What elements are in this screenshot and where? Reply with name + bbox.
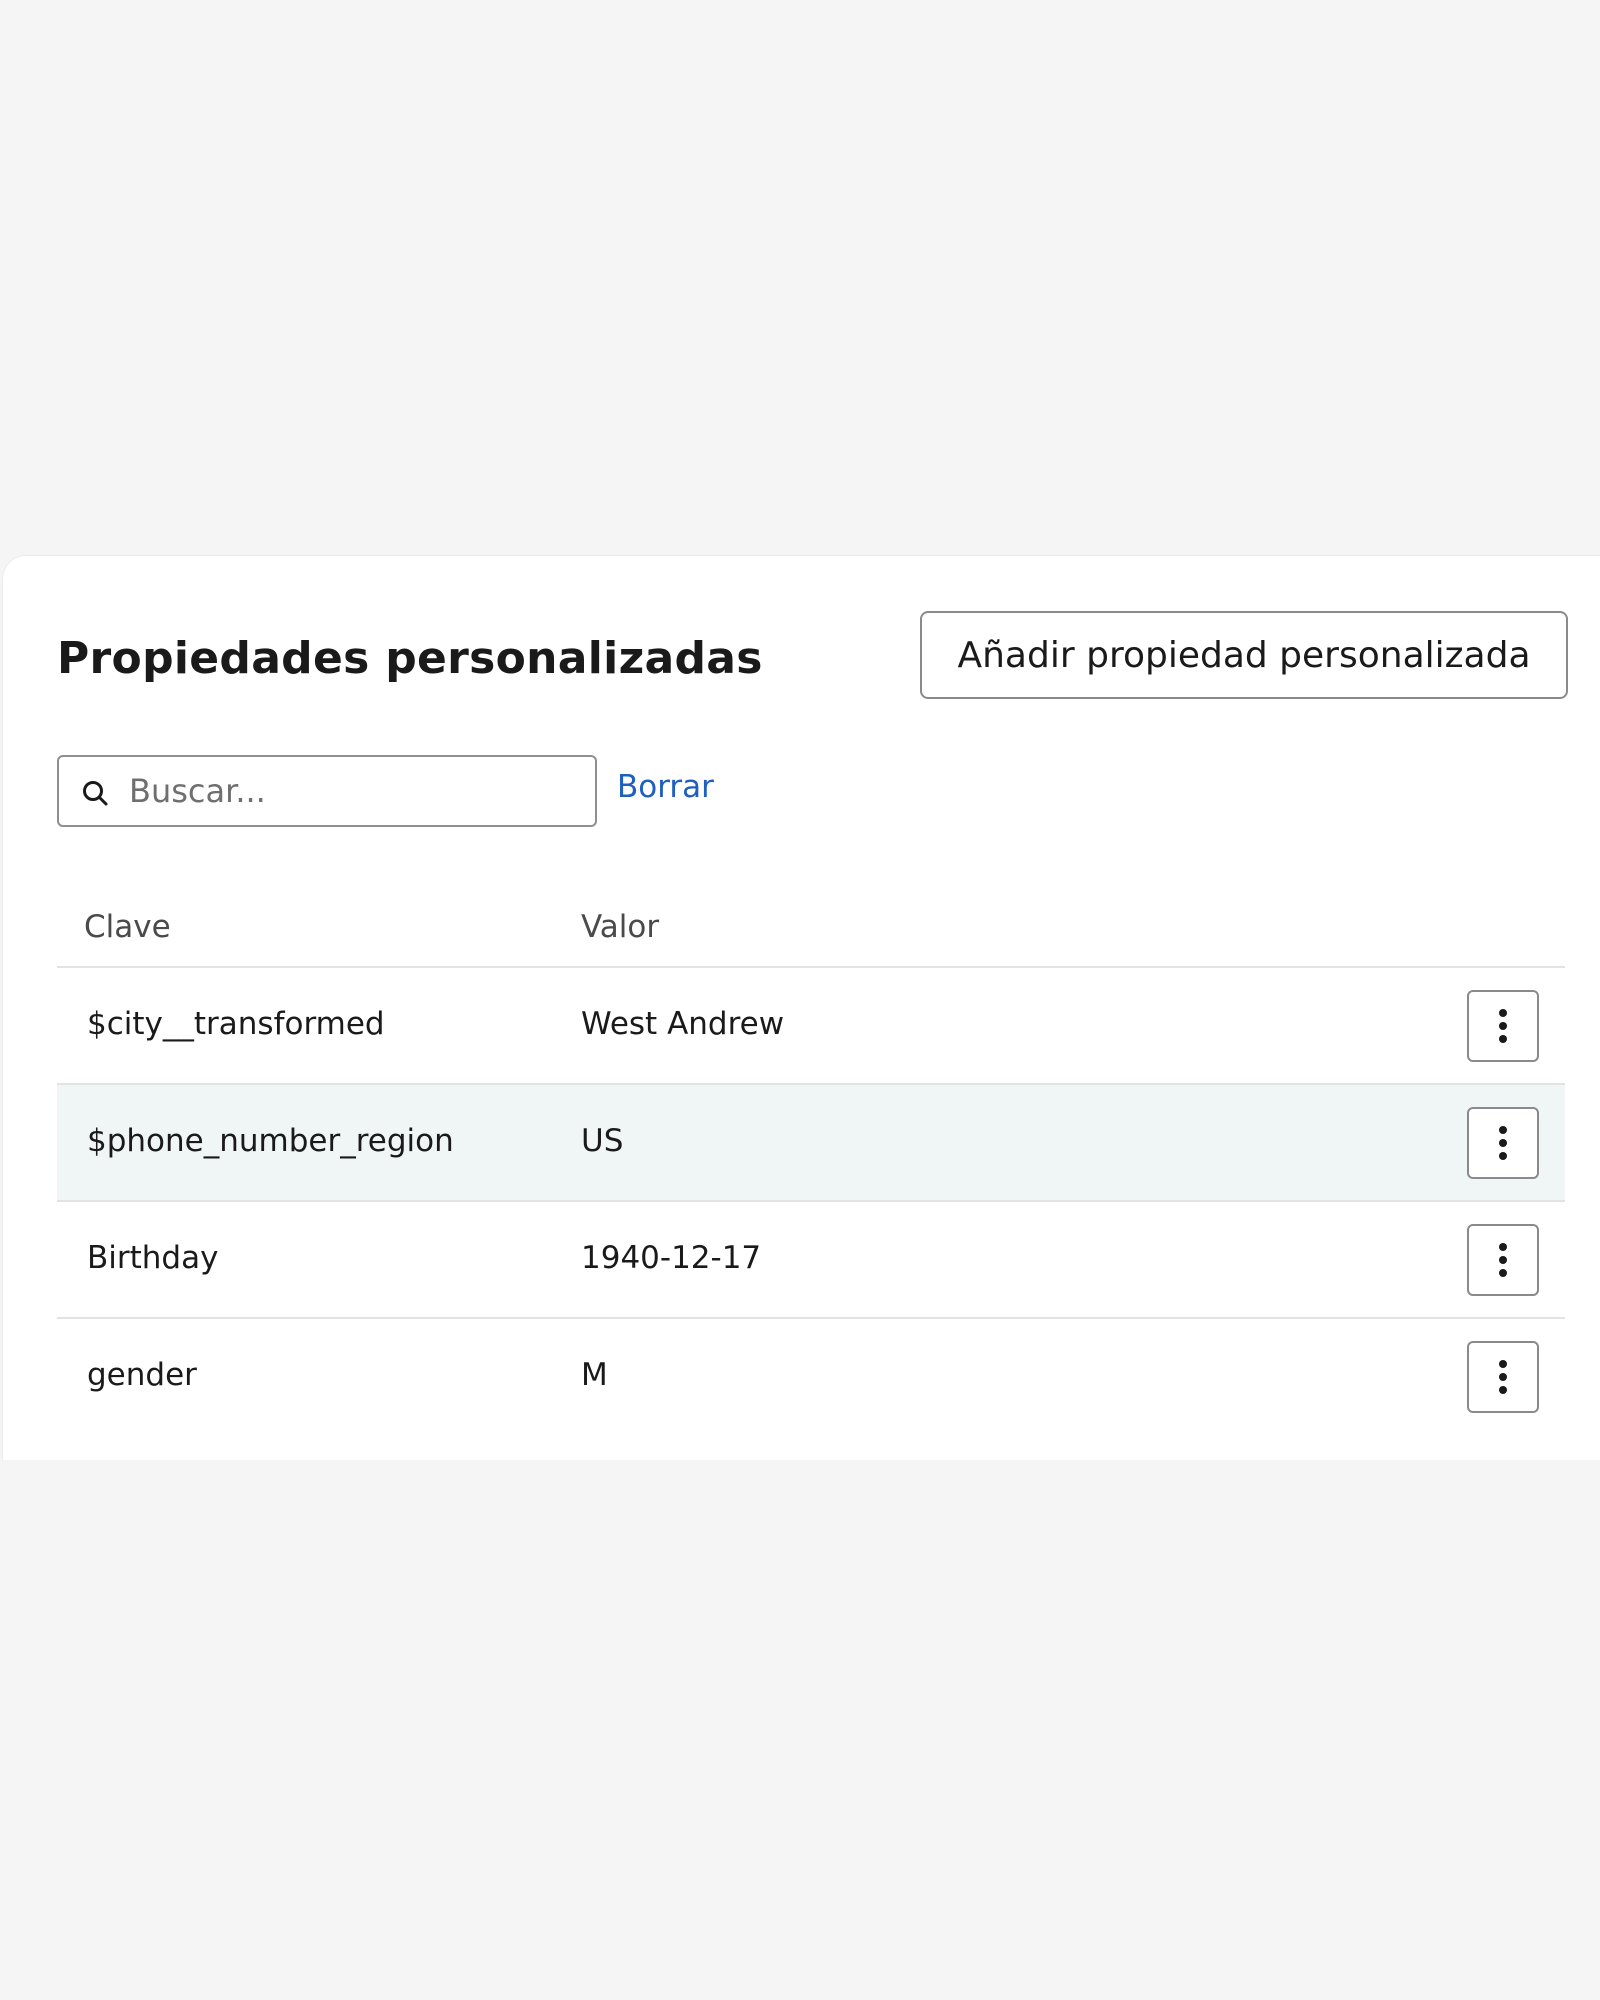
more-vertical-icon [1499,1126,1507,1160]
table-row: $city__transformed West Andrew [57,968,1565,1085]
property-key: $city__transformed [87,1006,385,1042]
search-icon [83,781,108,806]
properties-table: Clave Valor $city__transformed West Andr… [57,881,1565,1436]
more-vertical-icon [1499,1243,1507,1277]
table-row: gender M [57,1319,1565,1436]
card-header: Propiedades personalizadas Añadir propie… [57,611,1568,701]
row-actions-button[interactable] [1467,1107,1539,1179]
table-header: Clave Valor [57,881,1565,968]
page-title: Propiedades personalizadas [57,633,763,684]
table-row: Birthday 1940-12-17 [57,1202,1565,1319]
property-value: M [581,1357,608,1393]
property-value: US [581,1123,624,1159]
row-actions-button[interactable] [1467,990,1539,1062]
column-header-value: Valor [581,909,660,945]
row-actions-button[interactable] [1467,1341,1539,1413]
search-row: Borrar [57,755,857,827]
property-key: gender [87,1357,197,1393]
custom-properties-card: Propiedades personalizadas Añadir propie… [2,555,1600,1460]
property-key: $phone_number_region [87,1123,454,1159]
more-vertical-icon [1499,1360,1507,1394]
property-value: 1940-12-17 [581,1240,762,1276]
column-header-key: Clave [84,909,171,945]
table-row: $phone_number_region US [57,1085,1565,1202]
row-actions-button[interactable] [1467,1224,1539,1296]
add-custom-property-button[interactable]: Añadir propiedad personalizada [920,611,1568,699]
property-value: West Andrew [581,1006,785,1042]
clear-search-link[interactable]: Borrar [617,769,714,805]
property-key: Birthday [87,1240,219,1276]
search-input[interactable] [129,759,579,823]
more-vertical-icon [1499,1009,1507,1043]
search-box[interactable] [57,755,597,827]
